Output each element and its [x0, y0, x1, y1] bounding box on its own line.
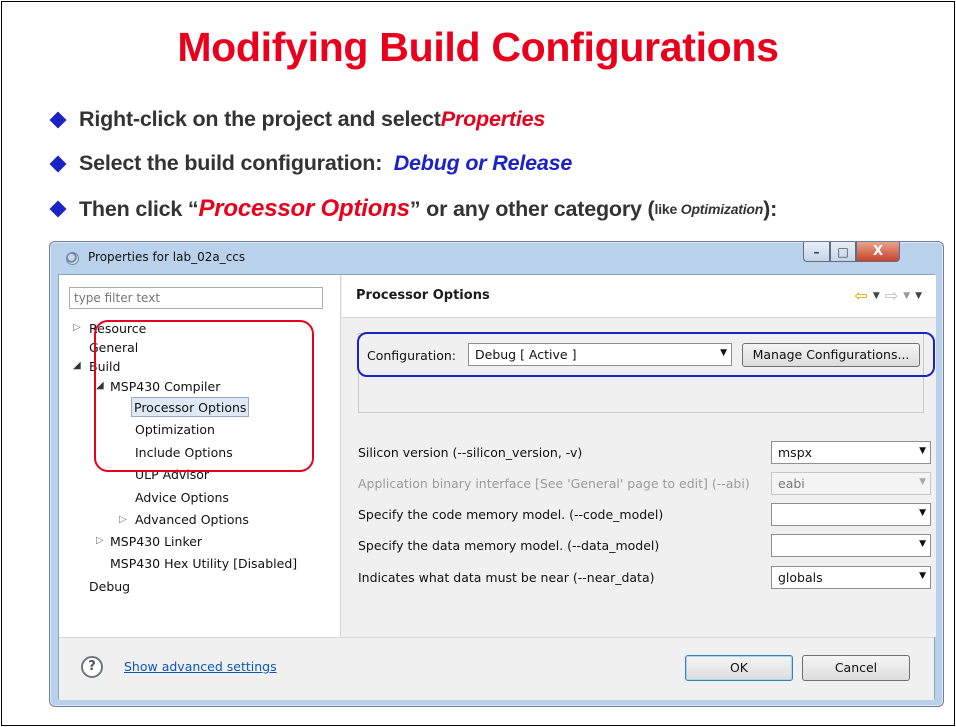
bullet-3-like: like	[654, 201, 681, 217]
bullet-1-emphasis: Properties	[440, 107, 546, 131]
bullet-3-middle: ” or any other category (	[409, 196, 655, 221]
cancel-button[interactable]: Cancel	[802, 655, 910, 681]
tree-item-debug[interactable]: Debug	[89, 577, 130, 597]
slide-title: Modifying Build Configurations	[177, 24, 779, 70]
dropdown-arrow-icon: ▼	[919, 508, 926, 518]
show-advanced-settings-link[interactable]: Show advanced settings	[124, 659, 277, 674]
near-data-value: globals	[778, 570, 823, 585]
diamond-bullet-icon	[49, 111, 67, 128]
bullet-3-prefix: Then click “	[79, 196, 199, 221]
diamond-bullet-icon	[49, 155, 67, 172]
bullet-3-emphasis: Processor Options	[198, 195, 410, 222]
dropdown-arrow-icon: ▼	[919, 539, 926, 549]
bullet-2-text: Select the build configuration:	[79, 151, 394, 175]
near-data-select[interactable]: globals ▼	[771, 566, 931, 589]
option-label-code-model: Specify the code memory model. (--code_m…	[358, 507, 664, 522]
dialog-title: Properties for lab_02a_ccs	[88, 250, 246, 264]
back-arrow-icon[interactable]: ⇦	[854, 286, 867, 305]
code-model-select[interactable]: ▼	[771, 503, 931, 526]
navigation-pane: ▷ Resource General ◢ Build ◢ MSP430 Comp…	[59, 275, 341, 637]
forward-arrow-icon[interactable]: ⇨	[885, 286, 898, 305]
menu-caret-icon[interactable]: ▼	[873, 291, 880, 301]
ok-button[interactable]: OK	[685, 655, 793, 681]
abi-value: eabi	[778, 476, 805, 491]
bullet-3-suffix: ):	[763, 196, 778, 221]
data-model-select[interactable]: ▼	[771, 534, 931, 557]
option-label-near-data: Indicates what data must be near (--near…	[358, 570, 655, 585]
tree-item-advice-options[interactable]: Advice Options	[135, 488, 229, 508]
option-label-data-model: Specify the data memory model. (--data_m…	[358, 538, 660, 553]
maximize-button[interactable]: □	[830, 242, 856, 262]
properties-panel: Processor Options ⇦ ▼ ⇨ ▼ ▼ Configuratio…	[342, 275, 936, 637]
diamond-bullet-icon	[49, 200, 67, 218]
highlight-red-outline	[94, 320, 314, 472]
bullet-1-text: Right-click on the project and select	[79, 107, 441, 131]
bullet-3-optimization: Optimization	[680, 201, 764, 217]
minimize-button[interactable]: –	[803, 242, 830, 262]
highlight-blue-outline	[357, 332, 935, 377]
bullet-2-emphasis: Debug or Release	[393, 151, 573, 175]
tree-collapse-icon[interactable]: ◢	[73, 356, 81, 376]
bullet-1: Right-click on the project and select Pr…	[48, 107, 545, 132]
dialog-titlebar[interactable]: Properties for lab_02a_ccs – □ X	[50, 242, 943, 274]
silicon-version-value: mspx	[778, 445, 813, 460]
properties-dialog: Properties for lab_02a_ccs – □ X ▷ Resou…	[49, 241, 944, 707]
option-label-silicon-version: Silicon version (--silicon_version, -v)	[358, 445, 583, 460]
tree-expand-icon[interactable]: ▷	[73, 318, 81, 338]
maximize-icon: □	[837, 244, 849, 259]
option-label-abi: Application binary interface [See 'Gener…	[358, 476, 750, 491]
filter-input[interactable]	[69, 287, 323, 309]
tree-expand-icon[interactable]: ▷	[96, 531, 104, 551]
history-nav: ⇦ ▼ ⇨ ▼ ▼	[854, 286, 922, 305]
dropdown-arrow-icon: ▼	[919, 446, 926, 456]
dropdown-arrow-icon: ▼	[919, 571, 926, 581]
dropdown-arrow-icon: ▼	[919, 477, 926, 487]
panel-header: Processor Options ⇦ ▼ ⇨ ▼ ▼	[342, 275, 936, 318]
tree-expand-icon[interactable]: ▷	[119, 510, 127, 530]
dialog-footer: ? Show advanced settings OK Cancel	[59, 637, 934, 700]
menu-caret-icon[interactable]: ▼	[903, 291, 910, 301]
bullet-3: Then click “Processor Options” or any ot…	[48, 195, 777, 223]
panel-title: Processor Options	[356, 288, 490, 303]
abi-select: eabi ▼	[771, 472, 931, 495]
dialog-body: ▷ Resource General ◢ Build ◢ MSP430 Comp…	[58, 274, 936, 700]
silicon-version-select[interactable]: mspx ▼	[771, 441, 931, 464]
minimize-icon: –	[813, 244, 820, 259]
tree-item-advanced-options[interactable]: Advanced Options	[135, 510, 249, 530]
help-icon[interactable]: ?	[81, 656, 103, 678]
tree-item-hex-utility[interactable]: MSP430 Hex Utility [Disabled]	[110, 554, 297, 574]
close-icon: X	[872, 244, 884, 259]
app-icon	[66, 252, 79, 265]
close-button[interactable]: X	[856, 242, 900, 262]
menu-caret-icon[interactable]: ▼	[915, 291, 922, 301]
bullet-2: Select the build configuration: Debug or…	[48, 151, 572, 176]
tree-item-msp430-linker[interactable]: MSP430 Linker	[110, 532, 202, 552]
